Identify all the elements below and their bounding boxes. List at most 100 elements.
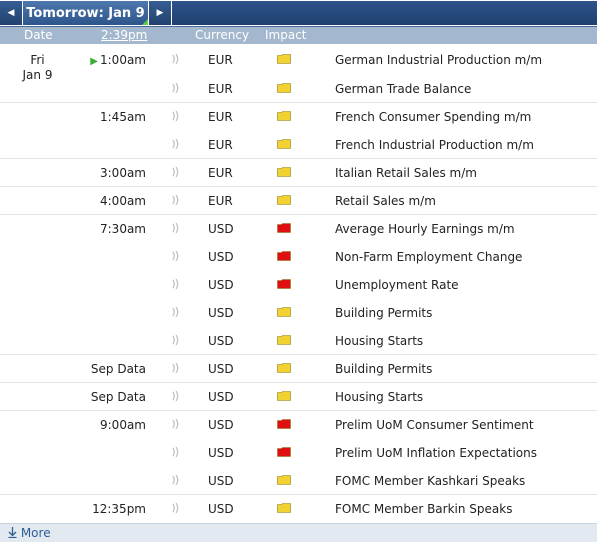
high-impact-folder-icon[interactable] xyxy=(277,279,291,289)
speaker-alert-icon[interactable] xyxy=(170,221,182,235)
event-row[interactable]: 7:30am USD Average Hourly Earnings m/m xyxy=(0,214,597,242)
event-title[interactable]: German Industrial Production m/m xyxy=(335,53,542,67)
event-title[interactable]: French Industrial Production m/m xyxy=(335,138,534,152)
low-impact-folder-icon[interactable] xyxy=(277,54,291,64)
column-currency: Currency xyxy=(195,28,250,42)
event-row[interactable]: ▶ 1:00am EUR German Industrial Production m… xyxy=(0,46,597,74)
event-title[interactable]: Italian Retail Sales m/m xyxy=(335,166,477,180)
speaker-alert-icon[interactable] xyxy=(170,109,182,123)
speaker-alert-icon[interactable] xyxy=(170,165,182,179)
high-impact-folder-icon[interactable] xyxy=(277,251,291,261)
speaker-alert-icon[interactable] xyxy=(170,501,182,515)
low-impact-folder-icon[interactable] xyxy=(277,307,291,317)
chevron-right-icon: ▶ xyxy=(156,8,164,18)
low-impact-folder-icon[interactable] xyxy=(277,195,291,205)
event-currency: USD xyxy=(208,446,234,460)
event-title[interactable]: Prelim UoM Inflation Expectations xyxy=(335,446,537,460)
event-currency: USD xyxy=(208,474,234,488)
event-title[interactable]: FOMC Member Barkin Speaks xyxy=(335,502,512,516)
event-currency: USD xyxy=(208,334,234,348)
event-title[interactable]: FOMC Member Kashkari Speaks xyxy=(335,474,525,488)
speaker-alert-icon[interactable] xyxy=(170,333,182,347)
event-row[interactable]: USD Housing Starts xyxy=(0,326,597,354)
speaker-alert-icon[interactable] xyxy=(170,445,182,459)
event-currency: EUR xyxy=(208,194,233,208)
current-time-marker-icon: ▶ xyxy=(90,56,98,67)
event-currency: EUR xyxy=(208,82,233,96)
event-title[interactable]: Unemployment Rate xyxy=(335,278,459,292)
nav-bar-fill xyxy=(172,1,597,25)
low-impact-folder-icon[interactable] xyxy=(277,167,291,177)
event-currency: USD xyxy=(208,250,234,264)
column-impact: Impact xyxy=(265,28,307,42)
event-row[interactable]: USD Non-Farm Employment Change xyxy=(0,242,597,270)
speaker-alert-icon[interactable] xyxy=(170,417,182,431)
column-header: Date 2:39pm Currency Impact xyxy=(0,27,597,44)
event-currency: EUR xyxy=(208,166,233,180)
event-currency: USD xyxy=(208,306,234,320)
low-impact-folder-icon[interactable] xyxy=(277,111,291,121)
event-row[interactable]: USD Building Permits xyxy=(0,298,597,326)
high-impact-folder-icon[interactable] xyxy=(277,447,291,457)
event-row[interactable]: 12:35pm USD FOMC Member Barkin Speaks xyxy=(0,494,597,522)
event-time-text: 3:00am xyxy=(100,166,146,180)
low-impact-folder-icon[interactable] xyxy=(277,335,291,345)
next-day-button[interactable]: ▶ xyxy=(149,1,171,25)
event-currency: USD xyxy=(208,278,234,292)
event-list: ▶ 1:00am EUR German Industrial Production m… xyxy=(0,46,597,522)
event-row[interactable]: Sep Data USD Building Permits xyxy=(0,354,597,382)
event-row[interactable]: EUR German Trade Balance xyxy=(0,74,597,102)
event-row[interactable]: Sep Data USD Housing Starts xyxy=(0,382,597,410)
event-row[interactable]: USD Unemployment Rate xyxy=(0,270,597,298)
footer-bar: More xyxy=(0,523,597,542)
event-title[interactable]: Housing Starts xyxy=(335,334,423,348)
event-time: Sep Data xyxy=(70,362,146,376)
low-impact-folder-icon[interactable] xyxy=(277,139,291,149)
speaker-alert-icon[interactable] xyxy=(170,277,182,291)
low-impact-folder-icon[interactable] xyxy=(277,83,291,93)
event-row[interactable]: EUR French Industrial Production m/m xyxy=(0,130,597,158)
speaker-alert-icon[interactable] xyxy=(170,137,182,151)
speaker-alert-icon[interactable] xyxy=(170,52,182,66)
tab-corner-marker xyxy=(142,19,148,25)
high-impact-folder-icon[interactable] xyxy=(277,223,291,233)
day-tab[interactable]: Tomorrow: Jan 9 xyxy=(23,1,148,25)
event-row[interactable]: 1:45am EUR French Consumer Spending m/m xyxy=(0,102,597,130)
event-row[interactable]: 4:00am EUR Retail Sales m/m xyxy=(0,186,597,214)
event-title[interactable]: Retail Sales m/m xyxy=(335,194,436,208)
event-title[interactable]: Building Permits xyxy=(335,306,432,320)
event-title[interactable]: Prelim UoM Consumer Sentiment xyxy=(335,418,534,432)
prev-day-button[interactable]: ◀ xyxy=(0,1,22,25)
event-title[interactable]: Average Hourly Earnings m/m xyxy=(335,222,515,236)
event-title[interactable]: Housing Starts xyxy=(335,390,423,404)
low-impact-folder-icon[interactable] xyxy=(277,475,291,485)
event-currency: USD xyxy=(208,362,234,376)
speaker-alert-icon[interactable] xyxy=(170,361,182,375)
event-row[interactable]: 3:00am EUR Italian Retail Sales m/m xyxy=(0,158,597,186)
event-currency: USD xyxy=(208,502,234,516)
speaker-alert-icon[interactable] xyxy=(170,193,182,207)
event-row[interactable]: USD FOMC Member Kashkari Speaks xyxy=(0,466,597,494)
event-title[interactable]: French Consumer Spending m/m xyxy=(335,110,531,124)
column-time-link[interactable]: 2:39pm xyxy=(101,28,147,42)
event-row[interactable]: USD Prelim UoM Inflation Expectations xyxy=(0,438,597,466)
event-time: 9:00am xyxy=(70,418,146,432)
event-title[interactable]: Non-Farm Employment Change xyxy=(335,250,522,264)
low-impact-folder-icon[interactable] xyxy=(277,391,291,401)
more-link[interactable]: More xyxy=(8,526,51,540)
low-impact-folder-icon[interactable] xyxy=(277,363,291,373)
column-date: Date xyxy=(24,28,53,42)
event-title[interactable]: German Trade Balance xyxy=(335,82,471,96)
speaker-alert-icon[interactable] xyxy=(170,81,182,95)
speaker-alert-icon[interactable] xyxy=(170,305,182,319)
high-impact-folder-icon[interactable] xyxy=(277,419,291,429)
speaker-alert-icon[interactable] xyxy=(170,389,182,403)
speaker-alert-icon[interactable] xyxy=(170,473,182,487)
speaker-alert-icon[interactable] xyxy=(170,249,182,263)
event-row[interactable]: 9:00am USD Prelim UoM Consumer Sentiment xyxy=(0,410,597,438)
event-title[interactable]: Building Permits xyxy=(335,362,432,376)
low-impact-folder-icon[interactable] xyxy=(277,503,291,513)
event-time-text: 4:00am xyxy=(100,194,146,208)
event-time-text: 12:35pm xyxy=(92,502,146,516)
event-time-text: 7:30am xyxy=(100,222,146,236)
